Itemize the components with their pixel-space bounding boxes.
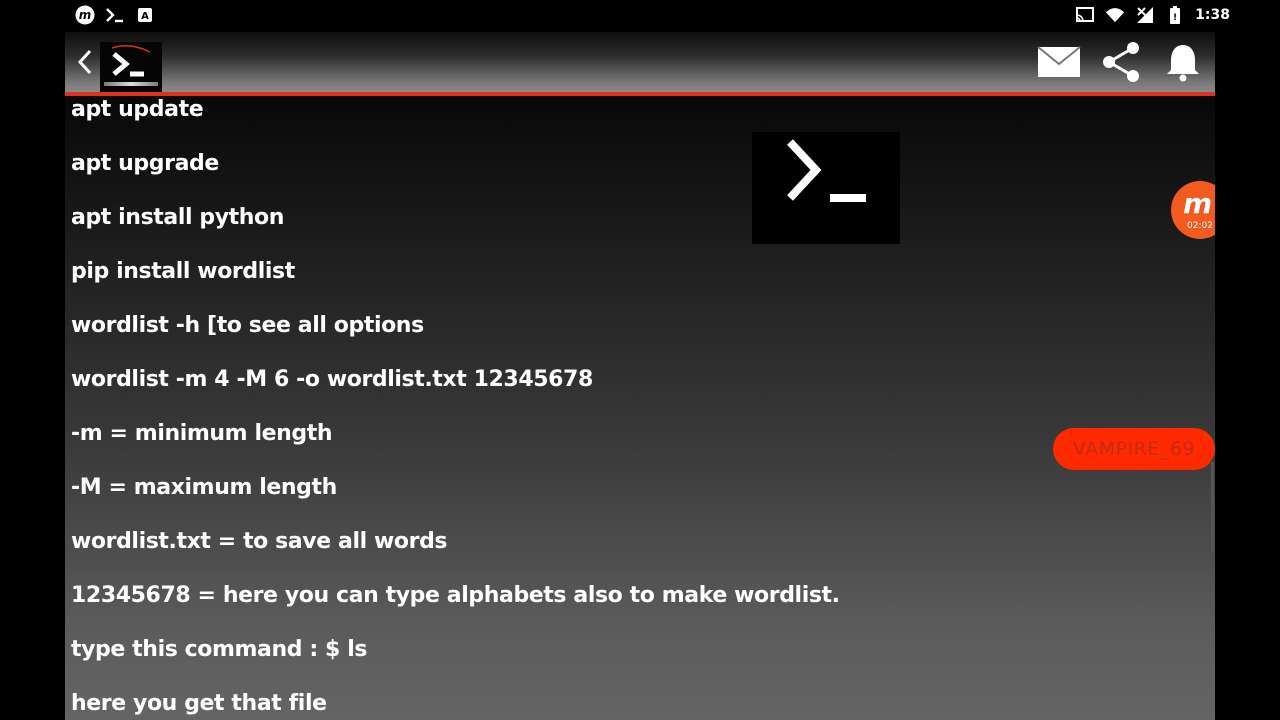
no-signal-icon — [1135, 5, 1155, 25]
instruction-line: apt update — [71, 97, 204, 122]
app-bar — [65, 32, 1215, 96]
share-icon — [1103, 42, 1139, 82]
mail-button[interactable] — [1037, 40, 1081, 84]
instructions-list: apt update apt upgrade apt install pytho… — [71, 94, 1071, 720]
instruction-line: -M = maximum length — [71, 475, 337, 500]
instruction-line: pip install wordlist — [71, 259, 295, 284]
terminal-prompt-icon — [787, 139, 866, 202]
instruction-line: wordlist.txt = to save all words — [71, 529, 448, 554]
terminal-badge — [752, 132, 900, 244]
instruction-line: here you get that file — [71, 691, 327, 716]
status-bar: m A ! 1:38 — [0, 0, 1280, 32]
instruction-line: apt install python — [71, 205, 285, 230]
status-bar-right: ! 1:38 — [1075, 5, 1230, 25]
cast-icon — [1075, 5, 1095, 25]
a-icon: A — [135, 5, 155, 25]
instruction-line: -m = minimum length — [71, 421, 333, 446]
svg-text:A: A — [141, 11, 149, 22]
mobizen-icon: m — [75, 5, 95, 25]
back-button[interactable] — [73, 46, 97, 78]
mobizen-logo-icon: m — [1183, 187, 1213, 220]
terminal-icon — [105, 5, 125, 25]
notifications-button[interactable] — [1161, 40, 1205, 84]
instruction-line: wordlist -h [to see all options — [71, 313, 424, 338]
screen-recorder-bubble[interactable]: m 02:02 — [1171, 181, 1215, 239]
svg-text:m: m — [79, 8, 92, 22]
scrollbar[interactable] — [1211, 462, 1214, 552]
logo-caption — [104, 82, 158, 86]
bell-icon — [1167, 45, 1199, 82]
svg-text:!: ! — [1173, 13, 1177, 23]
wifi-icon — [1105, 5, 1125, 25]
status-time: 1:38 — [1195, 7, 1230, 23]
instruction-line: type this command : $ ls — [71, 637, 368, 662]
status-bar-left: m A — [75, 5, 155, 25]
chevron-left-icon — [77, 49, 92, 75]
share-button[interactable] — [1099, 40, 1143, 84]
mail-icon — [1037, 46, 1081, 77]
instruction-line: 12345678 = here you can type alphabets a… — [71, 583, 840, 608]
instruction-line: wordlist -m 4 -M 6 -o wordlist.txt 12345… — [71, 367, 593, 392]
instruction-line: apt upgrade — [71, 151, 219, 176]
app-window: apt update apt upgrade apt install pytho… — [65, 32, 1215, 720]
app-bar-actions — [1037, 40, 1205, 84]
recorder-timer: 02:02 — [1187, 221, 1213, 231]
watermark-tag: VAMPIRE_69 — [1053, 428, 1215, 470]
battery-icon: ! — [1165, 5, 1185, 25]
app-logo[interactable] — [100, 42, 162, 92]
